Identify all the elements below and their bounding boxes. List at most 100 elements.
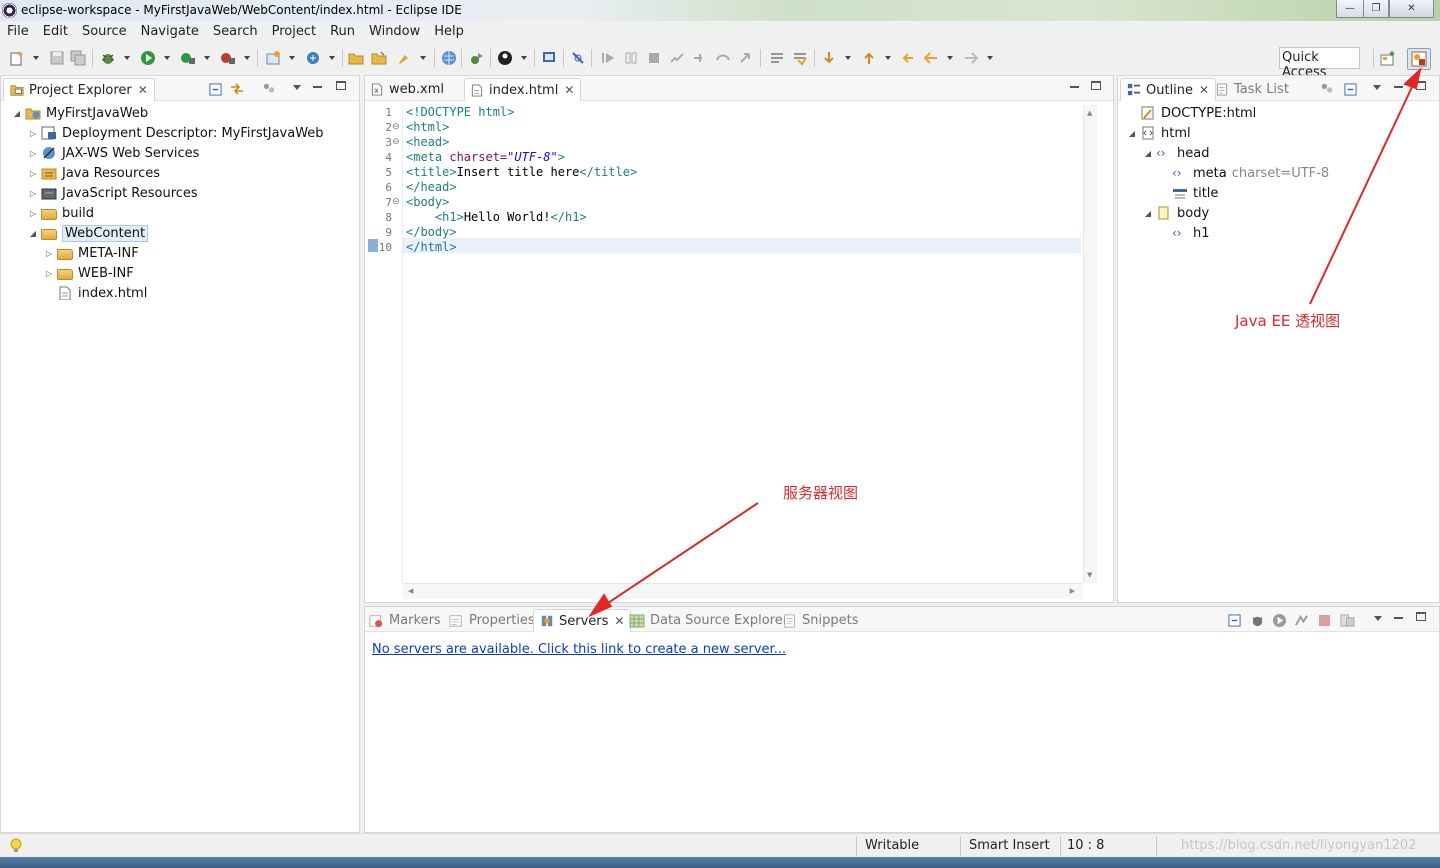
menu-file[interactable]: File [7,24,29,39]
outline-item-meta[interactable]: ‹› meta charset=UTF-8 [1160,163,1329,183]
maximize-icon[interactable] [336,81,346,90]
view-menu-icon[interactable] [1374,616,1382,621]
filter-icon[interactable] [262,82,276,96]
avatar-icon[interactable] [497,50,513,66]
new-server-dropdown-icon[interactable] [289,56,295,60]
step-into-icon[interactable] [692,50,708,66]
last-edit-location-icon[interactable] [900,50,916,66]
close-button[interactable]: ✕ [1389,0,1434,18]
profile-server-icon[interactable] [1294,613,1309,628]
menu-help[interactable]: Help [434,24,464,39]
minimize-icon[interactable] [1394,617,1403,619]
tab-properties[interactable]: Properties [449,609,535,632]
link-with-editor-icon[interactable] [229,81,245,97]
minimize-button[interactable]: — [1336,0,1364,18]
outline-item-h1[interactable]: ‹› h1 [1160,223,1210,243]
suspend-icon[interactable] [623,50,639,66]
tab-web-xml[interactable]: X web.xml [371,78,444,101]
collapse-arrow-icon[interactable]: ▷ [45,269,53,278]
next-annotation-list-icon[interactable] [769,50,785,66]
collapse-all-icon[interactable] [209,83,222,96]
outline-item-body[interactable]: ◢ body [1144,203,1209,223]
step-over-icon[interactable] [715,50,731,66]
tree-item-web-inf[interactable]: ▷ WEB-INF [45,263,134,283]
create-server-link[interactable]: No servers are available. Click this lin… [372,642,786,657]
avatar-dropdown-icon[interactable] [521,56,527,60]
debug-step-icon[interactable] [469,50,485,66]
expand-arrow-icon[interactable]: ◢ [1144,209,1152,218]
previous-annotation-icon[interactable] [861,50,877,66]
disconnect-icon[interactable] [669,50,685,66]
fold-toggle-icon[interactable]: ⊖ [392,122,400,132]
external-tools-dropdown-icon[interactable] [244,56,250,60]
debug-server-icon[interactable] [1250,613,1265,628]
editor-horizontal-scrollbar[interactable]: ◀ ▶ [403,583,1083,599]
close-icon[interactable]: ✕ [1199,83,1209,97]
back-icon[interactable] [923,50,939,66]
new-icon[interactable] [9,50,25,66]
open-resource-icon[interactable] [371,50,387,66]
menu-window[interactable]: Window [369,24,420,39]
menu-run[interactable]: Run [330,24,355,39]
tab-outline[interactable]: Outline ✕ [1120,78,1217,101]
collapse-arrow-icon[interactable]: ▷ [29,189,37,198]
view-menu-icon[interactable] [1373,85,1381,90]
new-dropdown-icon[interactable] [33,56,39,60]
tree-item-webcontent[interactable]: ◢ WebContent [29,223,149,243]
maximize-icon[interactable] [1091,81,1101,90]
tree-item-index-html[interactable]: index.html [45,283,147,303]
tree-item-javascript-resources[interactable]: ▷ JavaScript Resources [29,183,198,203]
globe-icon[interactable] [441,50,457,66]
terminate-icon[interactable] [646,50,662,66]
search-brush-icon[interactable] [396,50,412,66]
minimize-icon[interactable] [313,86,322,88]
menu-navigate[interactable]: Navigate [141,24,199,39]
scroll-up-icon[interactable]: ▲ [1087,109,1092,117]
expand-arrow-icon[interactable]: ◢ [29,229,37,238]
tab-markers[interactable]: Markers [369,609,441,632]
restore-button[interactable]: ❐ [1363,0,1389,18]
lightbulb-icon[interactable] [9,838,23,854]
code-editor[interactable]: <!DOCTYPE html> <html> <head> <meta charset… [365,105,1096,583]
collapse-arrow-icon[interactable]: ▷ [29,149,37,158]
expand-arrow-icon[interactable]: ◢ [1144,149,1152,158]
outline-item-title[interactable]: title [1160,183,1218,203]
run-dropdown-icon[interactable] [164,56,170,60]
tab-servers[interactable]: Servers ✕ [533,609,632,632]
maximize-icon[interactable] [1416,612,1426,621]
expand-arrow-icon[interactable]: ◢ [13,109,21,118]
forward-icon[interactable] [963,50,979,66]
mark-occurrences-icon[interactable] [792,50,808,66]
open-perspective-icon[interactable] [1380,50,1396,66]
new-web-service-dropdown-icon[interactable] [329,56,335,60]
tree-item-jax-ws[interactable]: ▷ JAX-WS Web Services [29,143,200,163]
editor-vertical-scrollbar[interactable]: ▲ ▼ [1083,105,1097,583]
tab-project-explorer[interactable]: Project Explorer ✕ [3,78,155,101]
outline-item-head[interactable]: ◢ ‹› head [1144,143,1210,163]
tree-item-meta-inf[interactable]: ▷ META-INF [45,243,139,263]
tab-snippets[interactable]: Snippets [783,609,858,632]
run-server-dropdown-icon[interactable] [204,56,210,60]
back-dropdown-icon[interactable] [947,56,953,60]
debug-icon[interactable] [100,50,116,66]
publish-icon[interactable] [1340,613,1355,628]
scroll-left-icon[interactable]: ◀ [408,587,413,595]
collapse-all-icon[interactable] [1228,614,1241,627]
external-tools-icon[interactable] [220,50,236,66]
collapse-all-icon[interactable] [1344,83,1357,96]
tree-item-build[interactable]: ▷ build [29,203,94,223]
collapse-arrow-icon[interactable]: ▷ [29,129,37,138]
collapse-arrow-icon[interactable]: ▷ [45,249,53,258]
maximize-icon[interactable] [1416,81,1426,90]
step-return-icon[interactable] [738,50,754,66]
collapse-arrow-icon[interactable]: ▷ [29,169,37,178]
skip-breakpoints-icon[interactable] [570,50,586,66]
console-icon[interactable] [541,50,557,66]
close-icon[interactable]: ✕ [614,614,624,628]
open-type-icon[interactable] [348,50,364,66]
debug-dropdown-icon[interactable] [124,56,130,60]
outline-item-html[interactable]: ◢ html [1128,123,1191,143]
scroll-down-icon[interactable]: ▼ [1087,571,1092,579]
filter-icon[interactable] [1320,82,1334,96]
menu-search[interactable]: Search [213,24,258,39]
